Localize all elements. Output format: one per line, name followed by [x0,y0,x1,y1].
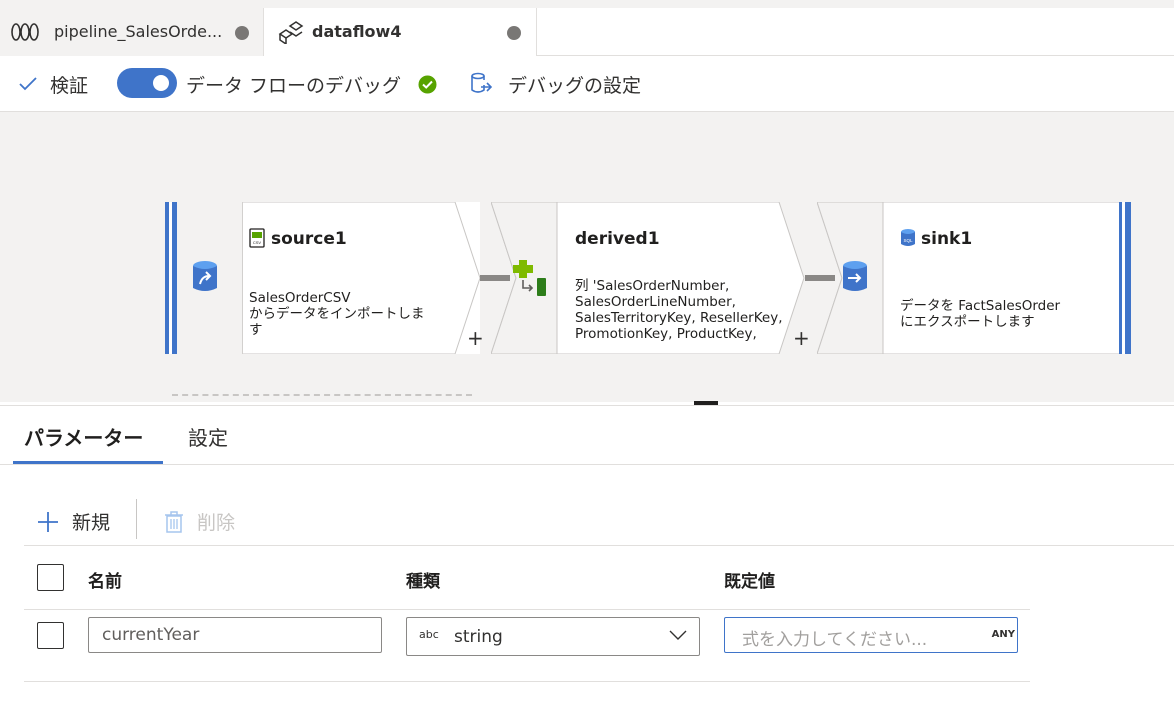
toolbar: 検証 データ フローのデバッグ デバッグの設定 [0,56,1174,112]
tab-settings[interactable]: 設定 [188,422,228,451]
chevron-down-icon [669,630,687,640]
active-tab-indicator [13,461,163,464]
source-desc-line: す [249,322,263,338]
column-header-name: 名前 [88,572,122,592]
delete-parameter-button[interactable]: 削除 [163,508,235,535]
derived-node-title: derived1 [575,229,660,249]
derived-desc-line: SalesTerritoryKey, ResellerKey, [575,310,783,326]
derived-desc-line: SalesOrderLineNumber, [575,294,736,310]
tab-pipeline[interactable]: pipeline_SalesOrde... [0,8,264,56]
source-node-description: SalesOrderCSV からデータをインポートしま す [249,290,459,338]
source-desc-line: SalesOrderCSV [249,290,351,306]
unsaved-dot-icon [507,26,521,40]
new-parameter-label: 新規 [72,512,111,534]
select-all-checkbox[interactable] [37,564,64,591]
new-parameter-button[interactable]: 新規 [36,508,110,535]
parameter-table-header: 名前 種類 既定値 [24,546,1030,610]
tab-pipeline-label: pipeline_SalesOrde... [54,22,223,41]
validate-button[interactable]: 検証 [18,56,88,112]
sink-desc-line: にエクスポートします [900,314,1035,330]
dashed-divider [172,394,472,396]
source-node-title: source1 [271,229,347,249]
svg-text:CSV: CSV [253,240,262,245]
dataflow-icon [278,21,304,44]
debug-toggle[interactable] [117,68,177,98]
derived-desc-line: PromotionKey, ProductKey, [575,326,757,342]
default-value-placeholder: 式を入力してください... [742,630,928,650]
sink-node-title: sink1 [921,229,973,249]
pipeline-icon [11,23,39,41]
parameter-type-select[interactable]: abc string [406,617,700,656]
debug-settings-icon [471,72,493,93]
toggle-knob [153,75,169,91]
derived-node-description: 列 'SalesOrderNumber, SalesOrderLineNumbe… [575,278,785,346]
parameter-name-value: currentYear [102,625,200,645]
add-transform-button[interactable]: + [793,326,810,350]
delete-parameter-label: 削除 [197,512,236,534]
tab-dataflow[interactable]: dataflow4 [264,8,537,56]
command-separator [136,499,137,539]
csv-file-icon: CSV [249,228,265,248]
svg-text:SQL: SQL [903,238,913,243]
debug-settings-label: デバッグの設定 [508,74,642,97]
bottom-panel: パラメーター 設定 新規 削除 名前 種類 既定値 currentYear ab… [0,405,1174,716]
node-icon-column [177,202,243,354]
debug-settings-button[interactable]: デバッグの設定 [468,56,641,112]
tab-dataflow-label: dataflow4 [312,22,402,41]
table-row: currentYear abc string 式を入力してください... ANY [24,610,1030,682]
plus-icon [38,511,58,532]
panel-tabs: パラメーター 設定 [0,406,1174,465]
column-header-type: 種類 [406,572,440,592]
parameter-command-bar: 新規 削除 [24,496,1174,546]
derived-node[interactable]: derived1 列 'SalesOrderNumber, SalesOrder… [491,202,805,354]
source-database-icon [193,261,217,291]
parameter-name-field[interactable]: currentYear [88,617,382,653]
column-header-default: 既定値 [724,572,775,592]
validate-label: 検証 [50,74,89,97]
status-ok-icon [418,75,437,94]
source-node[interactable]: CSV source1 SalesOrderCSV からデータをインポートしま … [165,202,480,354]
tab-parameters[interactable]: パラメーター [24,422,143,451]
derived-column-icon [513,260,546,296]
source-desc-line: からデータをインポートしま [249,306,425,322]
debug-label: データ フローのデバッグ [186,74,402,97]
string-type-icon: abc [419,628,439,641]
sink-desc-line: データを FactSalesOrder [900,298,1061,314]
add-transform-button[interactable]: + [467,326,484,350]
sql-database-icon: SQL [901,229,915,246]
any-type-badge: ANY [991,629,1015,640]
parameter-type-value: string [454,627,503,647]
trash-icon [165,510,183,533]
sink-node-description: データを FactSalesOrder にエクスポートします [900,298,1110,330]
node-selection-bar [165,202,177,354]
parameter-default-field[interactable]: 式を入力してください... ANY [724,617,1018,653]
row-checkbox[interactable] [37,622,64,649]
dataflow-canvas[interactable]: CSV source1 SalesOrderCSV からデータをインポートしま … [0,112,1174,405]
tab-bar: pipeline_SalesOrde... dataflow4 [0,0,1174,56]
checkmark-icon [19,77,37,91]
sink-database-icon [843,261,867,291]
unsaved-dot-icon [235,26,249,40]
sink-node[interactable]: SQL sink1 データを FactSalesOrder にエクスポートします [817,202,1131,354]
derived-desc-line: 列 'SalesOrderNumber, [575,278,730,294]
